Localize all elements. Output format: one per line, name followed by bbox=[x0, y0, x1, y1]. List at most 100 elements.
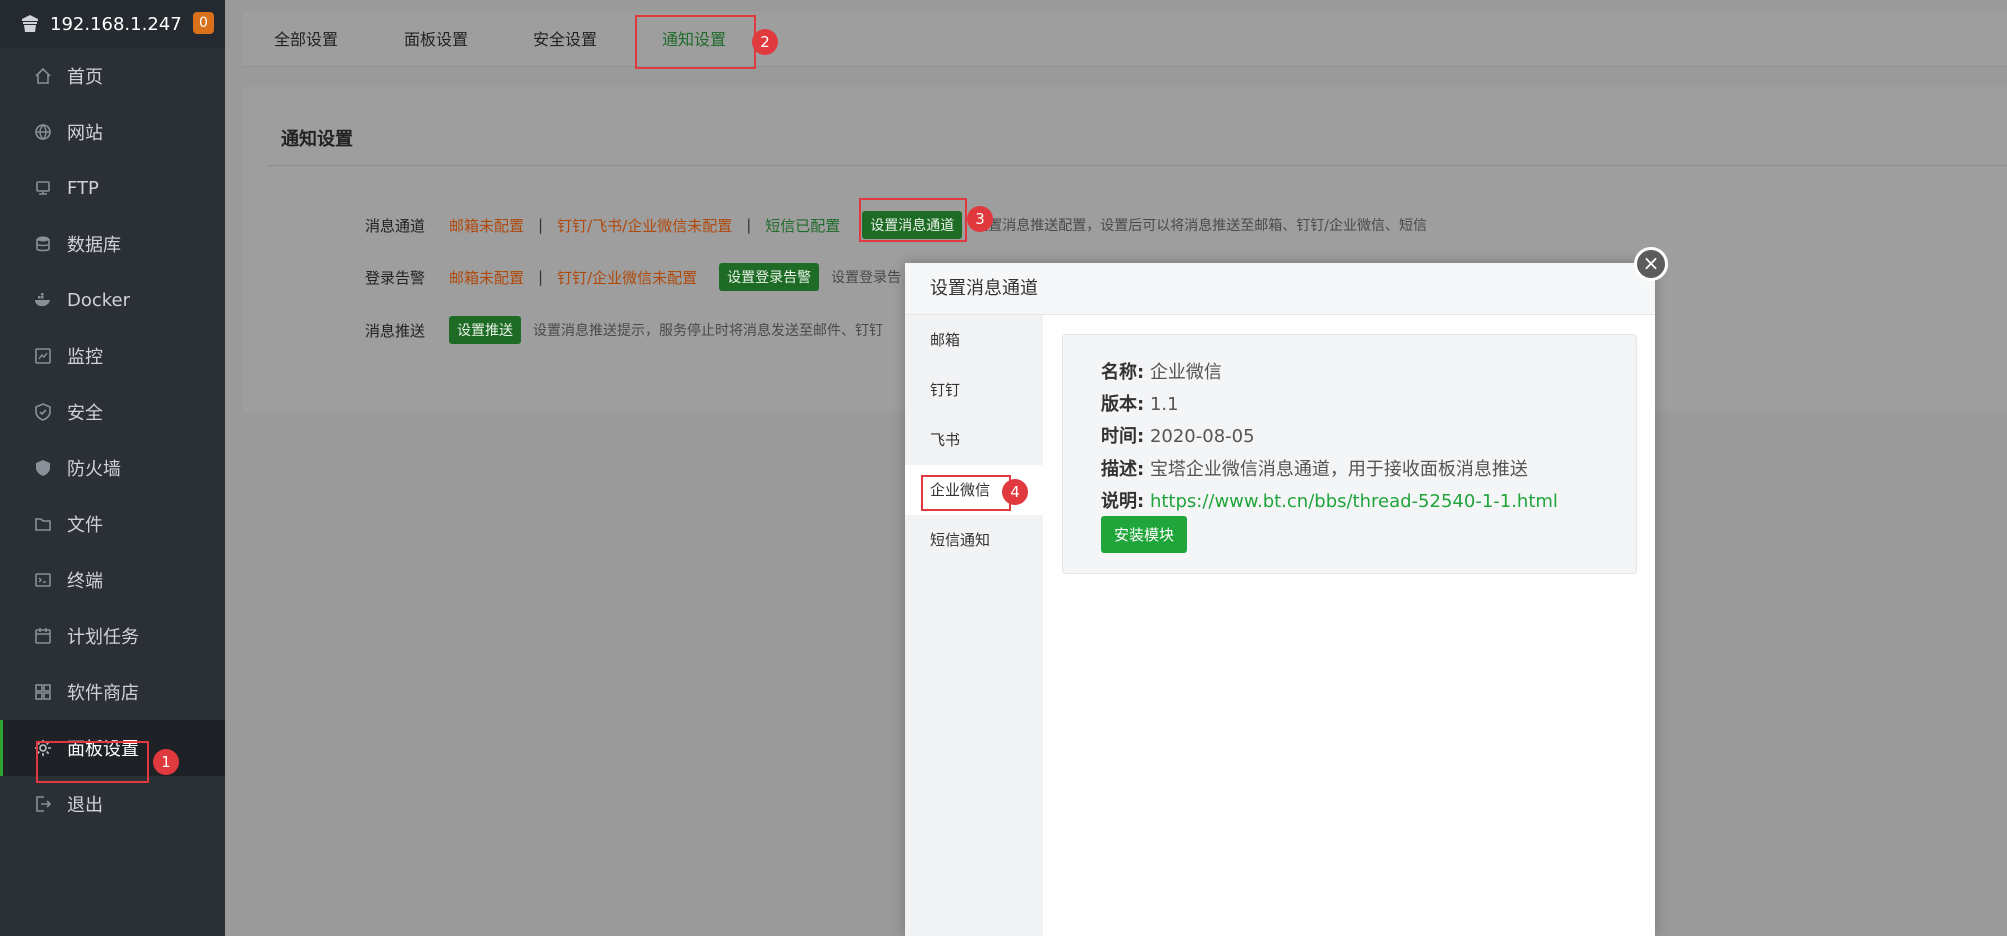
row-label: 消息推送 bbox=[365, 321, 426, 340]
info-label: 名称: bbox=[1101, 362, 1145, 383]
dialog-title: 设置消息通道 bbox=[905, 263, 1655, 315]
annotation-box-3 bbox=[859, 198, 967, 242]
channel-item-email[interactable]: 邮箱 bbox=[905, 315, 1043, 365]
tab-security-settings[interactable]: 安全设置 bbox=[533, 12, 597, 67]
sidebar-item-terminal[interactable]: 终端 bbox=[0, 552, 225, 608]
sidebar-item-label: 终端 bbox=[67, 571, 103, 592]
sidebar-item-label: FTP bbox=[67, 177, 99, 199]
sidebar-item-firewall[interactable]: 防火墙 bbox=[0, 440, 225, 496]
sidebar-item-label: 文件 bbox=[67, 515, 103, 536]
settings-tab-bar: 全部设置 面板设置 安全设置 通知设置 bbox=[243, 12, 2007, 67]
sms-status[interactable]: 短信已配置 bbox=[765, 215, 840, 236]
bt-logo-icon bbox=[20, 14, 40, 34]
sidebar-nav: 首页 网站 FTP 数据库 Docker 监控 安全 防火墙 文件 终端 计划任务 软件商店 面板设置退… bbox=[0, 48, 225, 832]
sidebar-item-label: 防火墙 bbox=[67, 459, 121, 480]
info-label: 说明: bbox=[1101, 491, 1145, 512]
folder-icon bbox=[33, 514, 53, 534]
terminal-icon bbox=[33, 570, 53, 590]
annotation-number-4: 4 bbox=[1002, 479, 1028, 505]
mail-status[interactable]: 邮箱未配置 bbox=[449, 267, 524, 288]
channel-info-card: 名称: 企业微信 版本: 1.1 时间: 2020-08-05 描述: 宝塔企业… bbox=[1062, 334, 1637, 574]
sidebar-item-label: 数据库 bbox=[67, 235, 121, 256]
info-name: 名称: 企业微信 bbox=[1101, 358, 1222, 384]
sidebar-item-database[interactable]: 数据库 bbox=[0, 216, 225, 272]
sidebar-item-folder[interactable]: 文件 bbox=[0, 496, 225, 552]
sidebar-item-monitor[interactable]: 监控 bbox=[0, 328, 225, 384]
sidebar: 192.168.1.247 0 首页网站 FTP 数据库 Docker 监控安全防火墙文… bbox=[0, 0, 225, 936]
separator: | bbox=[538, 268, 544, 286]
set-push-button[interactable]: 设置推送 bbox=[449, 316, 522, 344]
brand-header: 192.168.1.247 0 bbox=[0, 0, 225, 48]
sidebar-item-label: 软件商店 bbox=[67, 683, 139, 704]
dingtalk-status[interactable]: 钉钉/企业微信未配置 bbox=[557, 267, 697, 288]
tab-all-settings[interactable]: 全部设置 bbox=[274, 12, 338, 67]
install-module-button[interactable]: 安装模块 bbox=[1101, 516, 1188, 553]
server-ip: 192.168.1.247 bbox=[50, 13, 182, 35]
database-icon bbox=[33, 234, 53, 254]
docker-icon bbox=[33, 290, 53, 310]
info-value: 2020-08-05 bbox=[1149, 426, 1255, 447]
sidebar-item-grid[interactable]: 软件商店 bbox=[0, 664, 225, 720]
sidebar-item-label: 网站 bbox=[67, 123, 103, 144]
info-value: 企业微信 bbox=[1149, 362, 1222, 383]
mail-status[interactable]: 邮箱未配置 bbox=[449, 215, 524, 236]
info-description: 描述: 宝塔企业微信消息通道，用于接收面板消息推送 bbox=[1101, 455, 1528, 481]
sidebar-item-globe[interactable]: 网站 bbox=[0, 104, 225, 160]
info-value: 宝塔企业微信消息通道，用于接收面板消息推送 bbox=[1149, 459, 1528, 480]
sidebar-item-home[interactable]: 首页 bbox=[0, 48, 225, 104]
sidebar-item-shield[interactable]: 安全 bbox=[0, 384, 225, 440]
sidebar-item-label: 首页 bbox=[67, 67, 103, 88]
monitor-icon bbox=[33, 346, 53, 366]
login-alert-row: 登录告警 邮箱未配置 | 钉钉/企业微信未配置 设置登录告警 设置登录告 bbox=[365, 263, 901, 291]
sidebar-item-calendar[interactable]: 计划任务 bbox=[0, 608, 225, 664]
channel-item-feishu[interactable]: 飞书 bbox=[905, 415, 1043, 465]
channel-menu: 邮箱 钉钉 飞书 企业微信 短信通知 bbox=[905, 315, 1043, 936]
channel-item-dingtalk[interactable]: 钉钉 bbox=[905, 365, 1043, 415]
sidebar-item-label: 安全 bbox=[67, 403, 103, 424]
info-note: 说明: https://www.bt.cn/bbs/thread-52540-1… bbox=[1101, 487, 1558, 513]
set-login-alert-button[interactable]: 设置登录告警 bbox=[719, 263, 820, 291]
sidebar-item-label: Docker bbox=[67, 289, 131, 311]
info-time: 时间: 2020-08-05 bbox=[1101, 422, 1255, 448]
message-channel-dialog: 设置消息通道 邮箱 钉钉 飞书 企业微信 短信通知 名称: 企业微信 版本: 1… bbox=[905, 263, 1655, 936]
sidebar-item-logout[interactable]: 退出 bbox=[0, 776, 225, 832]
row-label: 登录告警 bbox=[365, 268, 426, 287]
separator: | bbox=[538, 216, 544, 234]
info-value: 1.1 bbox=[1149, 394, 1179, 415]
panel-title: 通知设置 bbox=[281, 129, 353, 150]
sidebar-item-label: 监控 bbox=[67, 347, 103, 368]
firewall-icon bbox=[33, 458, 53, 478]
annotation-number-3: 3 bbox=[967, 206, 993, 232]
panel-divider bbox=[268, 165, 2007, 166]
row-label: 消息通道 bbox=[365, 216, 426, 235]
info-version: 版本: 1.1 bbox=[1101, 390, 1179, 416]
shield-icon bbox=[33, 402, 53, 422]
close-icon[interactable]: × bbox=[1634, 247, 1668, 281]
sidebar-item-label: 计划任务 bbox=[67, 627, 139, 648]
help-link[interactable]: https://www.bt.cn/bbs/thread-52540-1-1.h… bbox=[1150, 491, 1558, 512]
sidebar-item-docker[interactable]: Docker bbox=[0, 272, 225, 328]
sidebar-item-ftp[interactable]: FTP bbox=[0, 160, 225, 216]
annotation-number-2: 2 bbox=[752, 29, 778, 55]
annotation-box-4 bbox=[921, 475, 1011, 511]
annotation-box-1 bbox=[36, 741, 149, 783]
annotation-box-2 bbox=[635, 15, 756, 69]
tab-panel-settings[interactable]: 面板设置 bbox=[404, 12, 468, 67]
info-label: 描述: bbox=[1101, 459, 1145, 480]
calendar-icon bbox=[33, 626, 53, 646]
globe-icon bbox=[33, 122, 53, 142]
dingtalk-status[interactable]: 钉钉/飞书/企业微信未配置 bbox=[557, 215, 732, 236]
sidebar-item-label: 退出 bbox=[67, 795, 103, 816]
annotation-number-1: 1 bbox=[153, 749, 179, 775]
channel-item-sms[interactable]: 短信通知 bbox=[905, 515, 1043, 565]
separator: | bbox=[746, 216, 752, 234]
info-label: 版本: bbox=[1101, 394, 1145, 415]
message-push-row: 消息推送 设置推送 设置消息推送提示，服务停止时将消息发送至邮件、钉钉 bbox=[365, 316, 883, 344]
row-hint: 设置登录告 bbox=[831, 270, 902, 286]
home-icon bbox=[33, 66, 53, 86]
notification-badge[interactable]: 0 bbox=[193, 12, 214, 34]
logout-icon bbox=[33, 794, 53, 814]
row-hint: 设置消息推送提示，服务停止时将消息发送至邮件、钉钉 bbox=[533, 323, 884, 339]
ftp-icon bbox=[33, 178, 53, 198]
info-label: 时间: bbox=[1101, 426, 1145, 447]
